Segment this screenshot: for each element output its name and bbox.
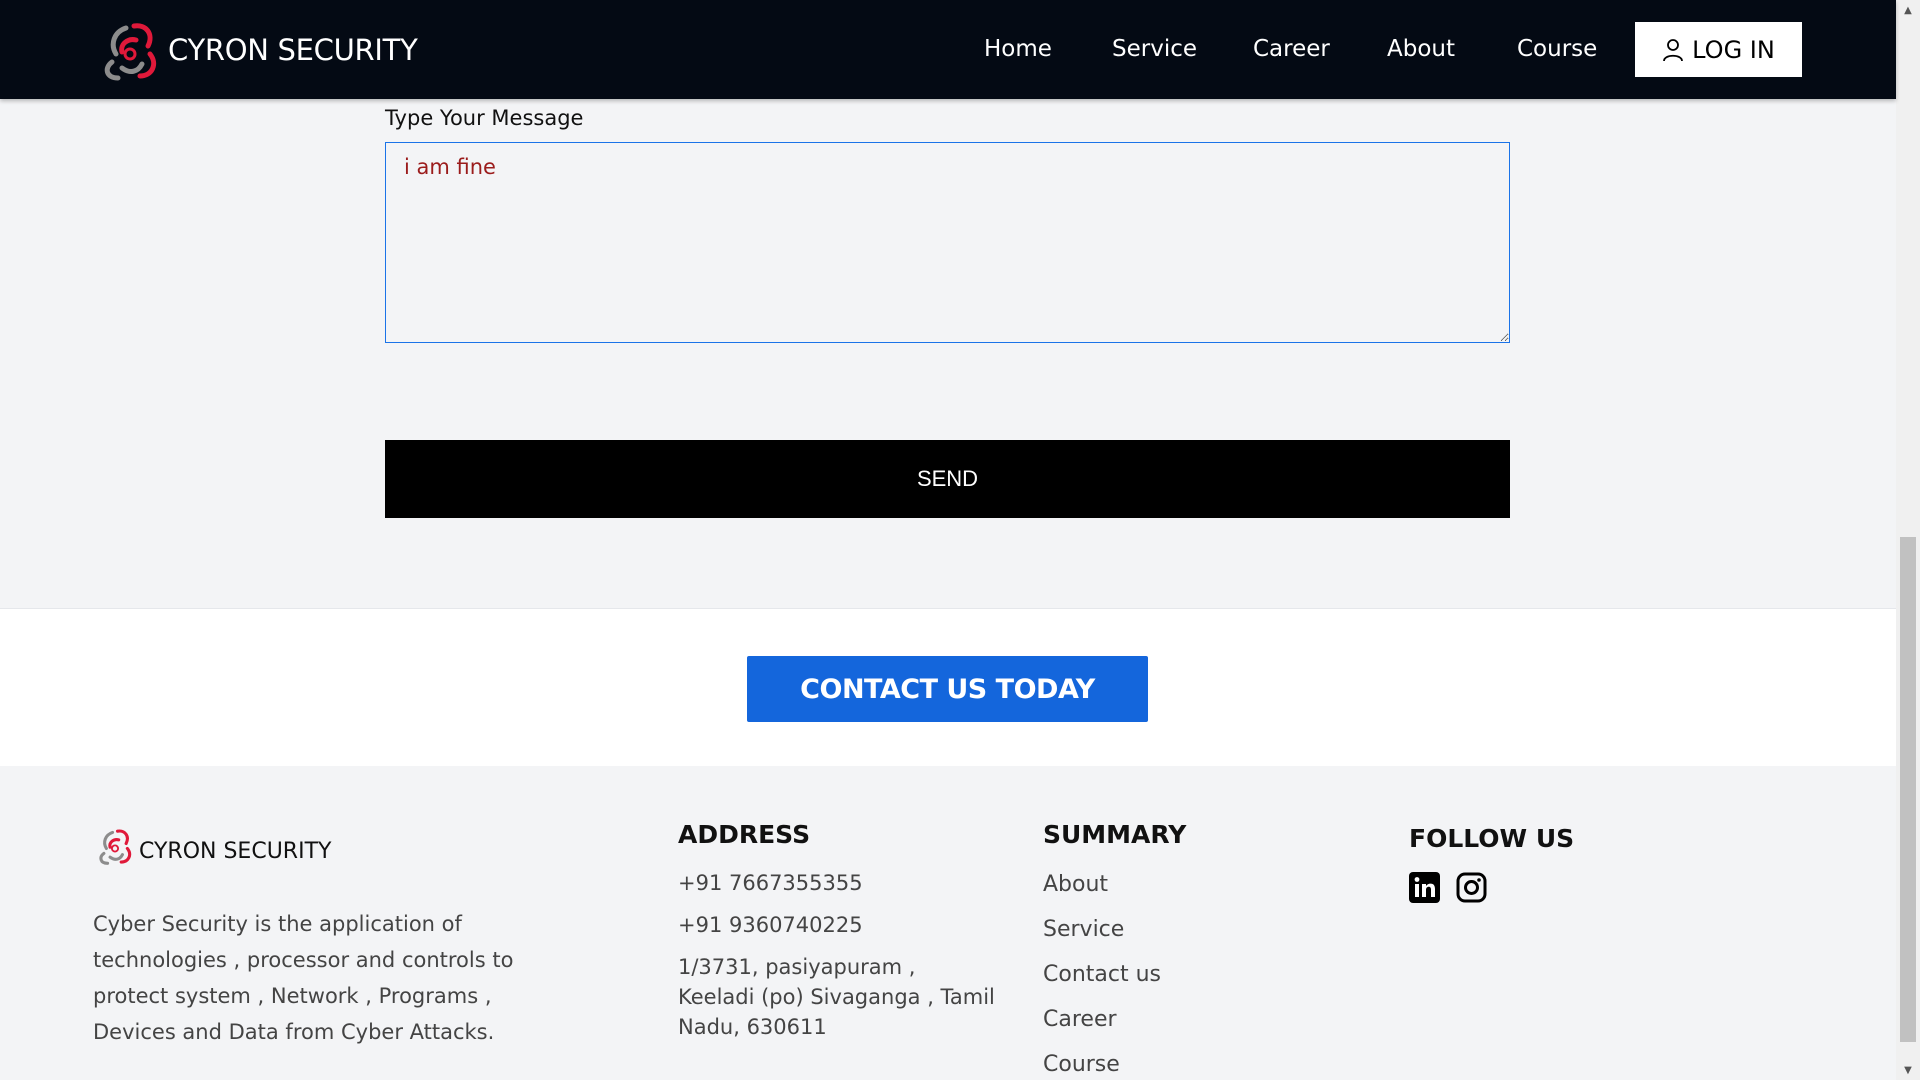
scroll-down-arrow-icon[interactable]: ▼ bbox=[1896, 1060, 1920, 1080]
summary-link-contact-us[interactable]: Contact us bbox=[1043, 960, 1161, 990]
address-title: ADDRESS bbox=[678, 820, 811, 849]
nav-home[interactable]: Home bbox=[984, 36, 1052, 62]
footer-brand-name: CYRON SECURITY bbox=[139, 839, 332, 864]
nav-course[interactable]: Course bbox=[1517, 36, 1597, 62]
cta-section: CONTACT US TODAY bbox=[0, 608, 1896, 766]
summary-link-about[interactable]: About bbox=[1043, 870, 1161, 900]
nav-service[interactable]: Service bbox=[1112, 36, 1197, 62]
contact-us-today-button[interactable]: CONTACT US TODAY bbox=[747, 656, 1148, 722]
address-street: 1/3731, pasiyapuram , Keeladi (po) Sivag… bbox=[678, 955, 995, 1039]
address-phone-2: +91 9360740225 bbox=[678, 913, 863, 937]
brand-logo-link[interactable]: CYRON SECURITY bbox=[96, 18, 418, 82]
scroll-thumb[interactable] bbox=[1900, 537, 1916, 1042]
summary-link-career[interactable]: Career bbox=[1043, 1005, 1161, 1035]
footer-description: Cyber Security is the application of tec… bbox=[93, 912, 514, 1044]
send-button[interactable]: SEND bbox=[385, 440, 1510, 518]
address-phone-1: +91 7667355355 bbox=[678, 871, 863, 895]
biohazard-logo-icon bbox=[99, 829, 132, 865]
login-button[interactable]: LOG IN bbox=[1635, 22, 1802, 77]
top-navbar: CYRON SECURITY Home Service Career About… bbox=[0, 0, 1896, 99]
brand-name: CYRON SECURITY bbox=[168, 33, 418, 67]
biohazard-logo-icon bbox=[104, 23, 157, 81]
footer: CYRON SECURITY Cyber Security is the app… bbox=[0, 766, 1896, 1080]
footer-brand: CYRON SECURITY bbox=[94, 826, 331, 866]
linkedin-icon[interactable] bbox=[1409, 872, 1440, 903]
user-icon bbox=[1663, 38, 1684, 61]
page-scrollbar[interactable]: ▲ ▼ bbox=[1896, 0, 1920, 1080]
summary-title: SUMMARY bbox=[1043, 820, 1187, 849]
summary-link-course[interactable]: Course bbox=[1043, 1050, 1161, 1080]
summary-link-service[interactable]: Service bbox=[1043, 915, 1161, 945]
scroll-up-arrow-icon[interactable]: ▲ bbox=[1896, 0, 1920, 20]
instagram-icon[interactable] bbox=[1456, 872, 1487, 903]
follow-title: FOLLOW US bbox=[1409, 824, 1575, 853]
nav-about[interactable]: About bbox=[1387, 36, 1455, 62]
message-label: Type Your Message bbox=[385, 106, 584, 130]
summary-list: About Service Contact us Career Course bbox=[1043, 870, 1161, 1080]
nav-career[interactable]: Career bbox=[1253, 36, 1330, 62]
message-textarea[interactable]: i am fine bbox=[385, 142, 1510, 343]
login-label: LOG IN bbox=[1692, 35, 1775, 64]
